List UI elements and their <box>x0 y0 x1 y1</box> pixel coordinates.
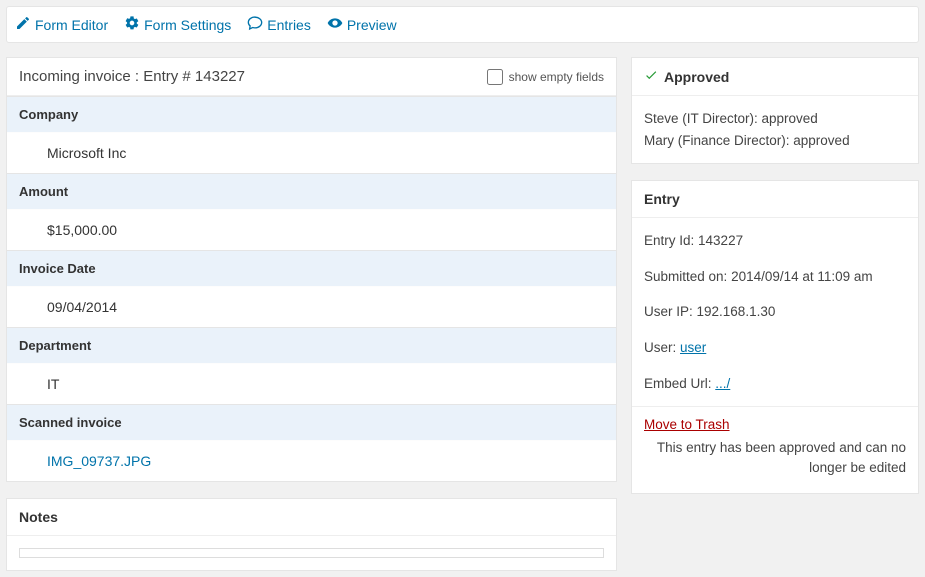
userip-label: User IP: <box>644 304 697 319</box>
field-value-invoice-date: 09/04/2014 <box>7 286 616 327</box>
main-wrap: Incoming invoice : Entry # 143227 show e… <box>0 57 925 577</box>
preview-link[interactable]: Preview <box>327 11 397 38</box>
preview-label: Preview <box>347 17 397 33</box>
approved-note: This entry has been approved and can no … <box>644 438 906 479</box>
entry-detail-panel: Incoming invoice : Entry # 143227 show e… <box>6 57 617 482</box>
field-label-department: Department <box>7 327 616 363</box>
field-value-scanned: IMG_09737.JPG <box>7 440 616 481</box>
entries-link[interactable]: Entries <box>247 11 311 38</box>
user-line: User: user <box>644 337 906 359</box>
form-settings-label: Form Settings <box>144 17 231 33</box>
entries-label: Entries <box>267 17 311 33</box>
comment-icon <box>247 15 263 34</box>
entry-id-label: Entry Id: <box>644 233 698 248</box>
userip-line: User IP: 192.168.1.30 <box>644 301 906 323</box>
entry-meta-title: Entry <box>632 181 918 218</box>
field-label-invoice-date: Invoice Date <box>7 250 616 286</box>
edit-icon <box>15 15 31 34</box>
entry-meta-panel: Entry Entry Id: 143227 Submitted on: 201… <box>631 180 919 493</box>
field-label-scanned: Scanned invoice <box>7 404 616 440</box>
field-label-amount: Amount <box>7 173 616 209</box>
check-icon <box>644 68 658 85</box>
show-empty-label: show empty fields <box>509 70 604 84</box>
user-link[interactable]: user <box>680 340 706 355</box>
entry-header: Incoming invoice : Entry # 143227 show e… <box>7 58 616 96</box>
submitted-label: Submitted on: <box>644 269 731 284</box>
entry-id-value: 143227 <box>698 233 743 248</box>
embed-link[interactable]: .../ <box>715 376 730 391</box>
show-empty-checkbox[interactable] <box>487 69 503 85</box>
entry-meta-body: Entry Id: 143227 Submitted on: 2014/09/1… <box>632 218 918 406</box>
entry-title: Incoming invoice : Entry # 143227 <box>19 68 245 85</box>
move-to-trash-link[interactable]: Move to Trash <box>644 417 730 432</box>
entry-meta-footer: Move to Trash This entry has been approv… <box>632 406 918 493</box>
field-value-amount: $15,000.00 <box>7 209 616 250</box>
submitted-value: 2014/09/14 at 11:09 am <box>731 269 873 284</box>
approved-body: Steve (IT Director): approved Mary (Fina… <box>632 96 918 163</box>
gears-icon <box>124 15 140 34</box>
form-settings-link[interactable]: Form Settings <box>124 11 231 38</box>
right-column: Approved Steve (IT Director): approved M… <box>631 57 919 494</box>
notes-body <box>7 536 616 570</box>
approved-title: Approved <box>632 58 918 96</box>
eye-icon <box>327 15 343 34</box>
embed-label: Embed Url: <box>644 376 715 391</box>
field-value-department: IT <box>7 363 616 404</box>
approved-panel: Approved Steve (IT Director): approved M… <box>631 57 919 164</box>
notes-input[interactable] <box>19 548 604 558</box>
embed-line: Embed Url: .../ <box>644 373 906 395</box>
field-value-company: Microsoft Inc <box>7 132 616 173</box>
approver-line-1: Steve (IT Director): approved <box>644 108 906 130</box>
userip-value: 192.168.1.30 <box>697 304 776 319</box>
approved-title-text: Approved <box>664 69 729 85</box>
notes-panel: Notes <box>6 498 617 571</box>
top-toolbar: Form Editor Form Settings Entries Previe… <box>6 6 919 43</box>
user-label: User: <box>644 340 680 355</box>
form-editor-link[interactable]: Form Editor <box>15 11 108 38</box>
field-label-company: Company <box>7 96 616 132</box>
notes-title: Notes <box>7 499 616 536</box>
submitted-line: Submitted on: 2014/09/14 at 11:09 am <box>644 266 906 288</box>
approver-line-2: Mary (Finance Director): approved <box>644 130 906 152</box>
scanned-file-link[interactable]: IMG_09737.JPG <box>47 453 151 469</box>
left-column: Incoming invoice : Entry # 143227 show e… <box>6 57 617 571</box>
entry-id-line: Entry Id: 143227 <box>644 230 906 252</box>
show-empty-toggle[interactable]: show empty fields <box>487 69 604 85</box>
form-editor-label: Form Editor <box>35 17 108 33</box>
